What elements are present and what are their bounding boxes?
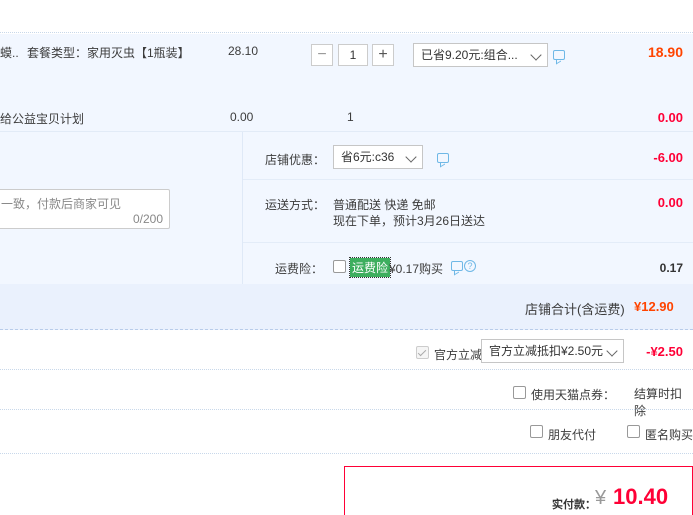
- shipping-amount: 0.00: [657, 195, 683, 210]
- shop-discount-value: 省6元:c36: [341, 150, 395, 164]
- currency-symbol: ¥: [595, 487, 607, 509]
- payment-amount: 10.40: [613, 484, 669, 509]
- charity-subtotal: 0.00: [657, 110, 683, 125]
- charity-qty: 1: [347, 110, 354, 124]
- official-discount-label: 官方立减: [434, 348, 483, 362]
- panel-divider: [242, 132, 243, 285]
- shipping-label: 运送方式：: [265, 198, 326, 212]
- product-subtotal: 18.90: [647, 44, 683, 60]
- minus-icon: −: [317, 46, 327, 63]
- charity-price: 0.00: [230, 110, 254, 124]
- official-discount-value: 官方立减抵扣¥2.50元: [489, 344, 604, 358]
- friend-pay-checkbox[interactable]: [530, 425, 543, 438]
- shop-total-amount: ¥12.90: [634, 299, 674, 314]
- quantity-input[interactable]: 1: [338, 44, 368, 66]
- product-name[interactable]: 蟆..: [0, 44, 19, 61]
- insurance-checkbox[interactable]: [333, 260, 346, 273]
- plus-icon: +: [378, 46, 388, 63]
- divider: [0, 369, 693, 370]
- row-divider: [243, 179, 693, 180]
- plus-button[interactable]: +: [372, 44, 394, 66]
- anonymous-checkbox[interactable]: [627, 425, 640, 438]
- shop-discount-select[interactable]: 省6元:c36: [333, 145, 423, 169]
- anonymous-label: 匿名购买: [645, 428, 693, 442]
- product-row: 蟆.. 套餐类型：家用灭虫【1瓶装】 28.10 − 1 + 已省9.20元:组…: [0, 34, 693, 131]
- shop-total-label: 店铺合计(含运费): [525, 302, 625, 317]
- order-options-panel: 一致，付款后商家可见 0/200 店铺优惠： 省6元:c36 -6.00 运送方…: [0, 131, 693, 285]
- chevron-down-icon: [606, 345, 618, 357]
- chevron-down-icon: [405, 151, 417, 163]
- friend-pay-label: 朋友代付: [548, 428, 597, 442]
- divider: [0, 453, 693, 454]
- discount-select-value: 已省9.20元:组合...: [421, 48, 518, 62]
- row-divider: [243, 242, 693, 243]
- chat-icon[interactable]: [451, 261, 463, 271]
- insurance-amount: 0.17: [659, 261, 683, 275]
- payment-summary: 实付款： ¥ 10.40: [344, 466, 693, 515]
- product-package: 套餐类型：家用灭虫【1瓶装】: [27, 46, 190, 60]
- shipping-method: 普通配送 快递 免邮: [333, 198, 436, 212]
- official-discount-amount: -¥2.50: [646, 344, 683, 359]
- help-icon[interactable]: ?: [464, 260, 476, 272]
- chat-icon[interactable]: [437, 153, 449, 163]
- unit-price: 28.10: [228, 44, 259, 58]
- shipping-eta: 现在下单，预计3月26日送达: [333, 214, 486, 228]
- points-note: 结算时扣除: [634, 387, 683, 418]
- official-discount-checkbox[interactable]: [416, 346, 429, 359]
- insurance-tag: 运费险: [348, 257, 392, 278]
- discount-select[interactable]: 已省9.20元:组合...: [413, 43, 548, 67]
- message-placeholder: 一致，付款后商家可见: [1, 197, 122, 211]
- minus-button[interactable]: −: [311, 44, 333, 66]
- insurance-price: ¥0.17购买: [389, 262, 444, 276]
- shop-total-row: 店铺合计(含运费) ¥12.90: [0, 284, 693, 330]
- chevron-down-icon: [530, 49, 542, 61]
- payment-label: 实付款：: [552, 499, 596, 511]
- shop-discount-amount: -6.00: [653, 150, 683, 165]
- insurance-label: 运费险：: [275, 262, 324, 276]
- shop-discount-label: 店铺优惠：: [265, 153, 326, 167]
- top-divider: [0, 0, 693, 33]
- divider: [0, 409, 693, 410]
- charity-label: 给公益宝贝计划: [0, 112, 85, 126]
- points-checkbox[interactable]: [513, 386, 526, 399]
- official-discount-select[interactable]: 官方立减抵扣¥2.50元: [481, 339, 624, 363]
- chat-icon[interactable]: [553, 50, 565, 60]
- message-count: 0/200: [132, 212, 163, 226]
- points-label: 使用天猫点券：: [531, 388, 616, 402]
- message-textarea[interactable]: 一致，付款后商家可见 0/200: [0, 189, 170, 229]
